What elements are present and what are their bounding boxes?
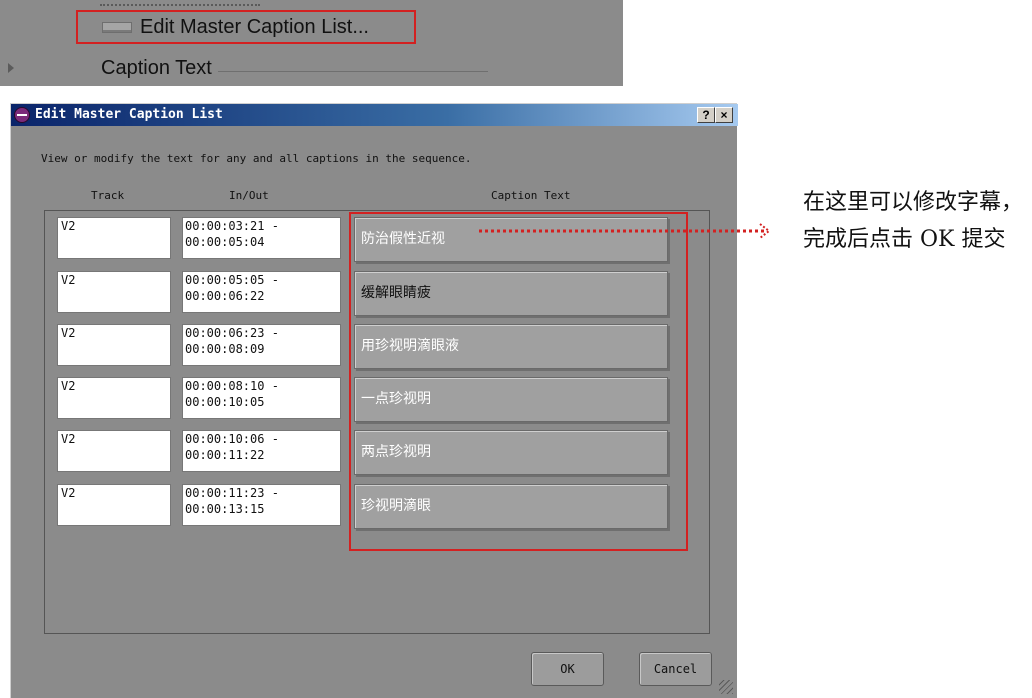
annotation-arrow-icon xyxy=(479,223,771,239)
help-button[interactable]: ? xyxy=(697,107,715,123)
track-field: V2 xyxy=(57,377,171,419)
menu-checkbox-icon xyxy=(102,21,132,33)
caption-text-section[interactable]: Caption Text xyxy=(0,54,623,82)
menu-strip: Edit Master Caption List... Caption Text xyxy=(0,0,623,86)
resize-grip-icon[interactable] xyxy=(719,680,733,694)
track-field: V2 xyxy=(57,271,171,313)
in-out-field: 00:00:10:06 - 00:00:11:22 xyxy=(182,430,341,472)
dialog-description: View or modify the text for any and all … xyxy=(41,152,472,165)
edit-master-caption-list-dialog: Edit Master Caption List ? × View or mod… xyxy=(10,103,738,698)
close-button[interactable]: × xyxy=(715,107,733,123)
track-field: V2 xyxy=(57,430,171,472)
cancel-button[interactable]: Cancel xyxy=(639,652,712,686)
caption-text-section-label: Caption Text xyxy=(101,56,212,79)
track-field: V2 xyxy=(57,324,171,366)
section-divider xyxy=(217,70,488,72)
ok-button[interactable]: OK xyxy=(531,652,604,686)
track-field: V2 xyxy=(57,217,171,259)
annotation-note: 在这里可以修改字幕，完成后点击 OK 提交 xyxy=(803,190,1024,252)
menu-item-above xyxy=(100,0,260,6)
column-header-track: Track xyxy=(91,189,125,202)
edit-master-caption-list-menu-item[interactable]: Edit Master Caption List... xyxy=(76,10,416,44)
in-out-field: 00:00:08:10 - 00:00:10:05 xyxy=(182,377,341,419)
column-header-in-out: In/Out xyxy=(229,189,269,202)
in-out-field: 00:00:03:21 - 00:00:05:04 xyxy=(182,217,341,259)
track-field: V2 xyxy=(57,484,171,526)
expand-arrow-icon[interactable] xyxy=(8,63,14,73)
column-header-caption-text: Caption Text xyxy=(491,189,571,202)
in-out-field: 00:00:06:23 - 00:00:08:09 xyxy=(182,324,341,366)
in-out-field: 00:00:05:05 - 00:00:06:22 xyxy=(182,271,341,313)
edit-master-caption-list-label: Edit Master Caption List... xyxy=(140,15,369,38)
caption-text-highlight xyxy=(349,212,688,551)
in-out-field: 00:00:11:23 - 00:00:13:15 xyxy=(182,484,341,526)
dialog-title: Edit Master Caption List xyxy=(35,107,223,122)
app-icon xyxy=(14,107,30,123)
dialog-titlebar[interactable]: Edit Master Caption List ? × xyxy=(11,104,738,126)
